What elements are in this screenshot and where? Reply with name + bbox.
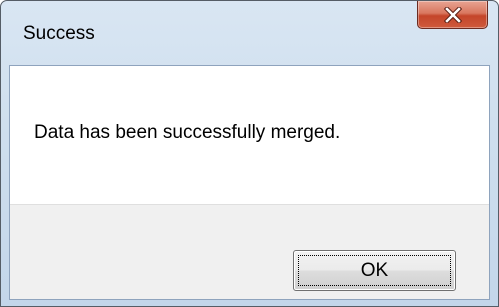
ok-button-label: OK [360, 260, 389, 281]
ok-button[interactable]: OK [293, 250, 456, 291]
close-x-icon [444, 7, 462, 23]
dialog-content: Data has been successfully merged. OK [9, 65, 490, 300]
title-bar[interactable]: Success [1, 1, 498, 65]
message-dialog: Success Data has been successfully merge… [0, 0, 499, 307]
window-title: Success [23, 23, 95, 44]
close-button[interactable] [417, 1, 488, 29]
button-area: OK [10, 204, 489, 299]
message-area: Data has been successfully merged. [10, 66, 489, 204]
message-text: Data has been successfully merged. [34, 122, 341, 143]
